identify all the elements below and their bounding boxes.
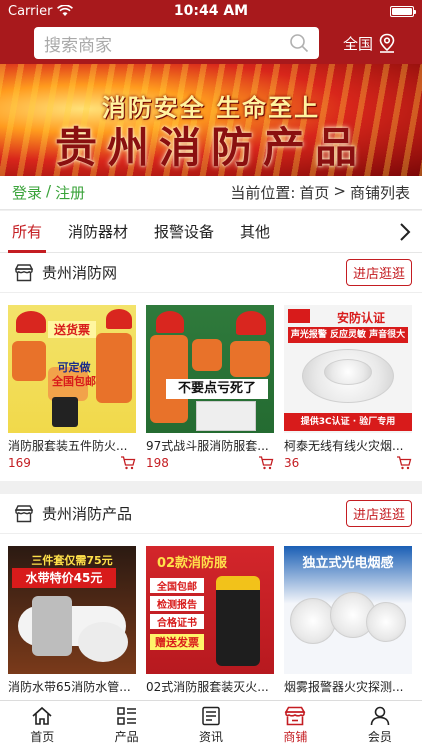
search-input[interactable]: 搜索商家 [34, 27, 319, 59]
shop-card: 贵州消防网 进店逛逛 送货票 可定做 全国包邮 消防服套装五件防火... 169 [0, 253, 422, 481]
shop-card: 贵州消防产品 进店逛逛 三件套仅需75元 水带特价45元 消防水带65消防水管.… [0, 494, 422, 700]
product-price: 198 [146, 456, 169, 470]
nav-home[interactable]: 首页 [0, 701, 84, 750]
user-icon [370, 706, 390, 726]
product-item[interactable]: 不要点亏死了 97式战斗服消防服套... 198 [146, 305, 274, 470]
brand-logo [288, 309, 310, 323]
enter-shop-button[interactable]: 进店逛逛 [345, 500, 412, 527]
product-item[interactable]: 02款消防服 全国包邮 检测报告 合格证书 赠送发票 02式消防服套装灭火... [146, 546, 274, 695]
cart-icon[interactable] [258, 456, 274, 470]
product-image[interactable]: 独立式光电烟感 [284, 546, 412, 674]
product-item[interactable]: 独立式光电烟感 烟雾报警器火灾探测... [284, 546, 412, 695]
status-bar: Carrier 10:44 AM [0, 0, 422, 22]
breadcrumb: 当前位置: 首页 > 商铺列表 [230, 182, 410, 203]
breadcrumb-current: 商铺列表 [349, 184, 410, 202]
product-image-text: 声光报警 反应灵敏 声音很大 [288, 327, 408, 343]
grid-list-icon [116, 707, 136, 725]
product-image-text: 赠送发票 [150, 634, 204, 650]
product-image-text: 全国包邮 [52, 375, 96, 388]
nav-news-label: 资讯 [199, 730, 224, 744]
product-image-text: 合格证书 [150, 614, 204, 629]
product-price: 36 [284, 456, 300, 470]
banner-title: 贵州消防产品 [54, 123, 367, 172]
product-title[interactable]: 烟雾报警器火灾探测... [284, 678, 412, 695]
chevron-right-icon[interactable] [398, 222, 412, 242]
product-title[interactable]: 97式战斗服消防服套... [146, 437, 274, 454]
product-title[interactable]: 消防服套装五件防火... [8, 437, 136, 454]
bottom-nav: 首页 产品 资讯 商铺 会员 [0, 700, 422, 750]
search-placeholder: 搜索商家 [44, 35, 112, 56]
breadcrumb-label: 当前位置: [230, 184, 296, 202]
nav-shops-label: 商铺 [283, 730, 308, 744]
nav-home-label: 首页 [30, 730, 55, 744]
shop-name[interactable]: 贵州消防网 [42, 262, 117, 283]
news-icon [202, 706, 220, 726]
register-link[interactable]: 注册 [55, 182, 85, 203]
nav-products[interactable]: 产品 [84, 701, 168, 750]
home-icon [32, 706, 52, 725]
product-title[interactable]: 柯泰无线有线火灾烟... [284, 437, 412, 454]
header: Carrier 10:44 AM 搜索商家 全国 [0, 0, 422, 64]
nav-member[interactable]: 会员 [338, 701, 422, 750]
nav-member-label: 会员 [367, 730, 392, 744]
product-image-text: 提供3C认证 · 验厂专用 [284, 413, 412, 431]
product-image-text: 送货票 [48, 321, 96, 338]
region-selector[interactable]: 全国 [343, 33, 396, 54]
store-icon [285, 706, 306, 726]
tab-fire-equipment[interactable]: 消防器材 [68, 211, 128, 253]
nav-news[interactable]: 资讯 [169, 701, 253, 750]
location-pin-icon [379, 33, 395, 53]
product-image[interactable]: 三件套仅需75元 水带特价45元 [8, 546, 136, 674]
product-image[interactable]: 送货票 可定做 全国包邮 [8, 305, 136, 433]
product-image[interactable]: 安防认证 声光报警 反应灵敏 声音很大 提供3C认证 · 验厂专用 [284, 305, 412, 433]
breadcrumb-arrow: > [333, 182, 346, 200]
shop-name[interactable]: 贵州消防产品 [42, 503, 132, 524]
product-image-text: 02款消防服 [156, 556, 228, 571]
search-icon[interactable] [289, 33, 309, 53]
battery-icon [390, 5, 416, 17]
wifi-icon [57, 5, 74, 16]
location-bar: 登录 / 注册 当前位置: 首页 > 商铺列表 [0, 176, 422, 210]
login-link[interactable]: 登录 [12, 182, 42, 203]
tab-alarm-devices[interactable]: 报警设备 [154, 211, 214, 253]
product-title[interactable]: 消防水带65消防水管... [8, 678, 136, 695]
enter-shop-button[interactable]: 进店逛逛 [345, 259, 412, 286]
cart-icon[interactable] [120, 456, 136, 470]
nav-products-label: 产品 [114, 730, 139, 744]
store-icon [14, 263, 34, 281]
product-image-text: 水带特价45元 [12, 568, 116, 588]
product-item[interactable]: 安防认证 声光报警 反应灵敏 声音很大 提供3C认证 · 验厂专用 柯泰无线有线… [284, 305, 412, 470]
product-image-text: 不要点亏死了 [166, 379, 268, 399]
product-image-text: 安防认证 [336, 311, 385, 325]
tab-other[interactable]: 其他 [240, 211, 270, 253]
product-image-text: 独立式光电烟感 [302, 556, 394, 571]
nav-shops[interactable]: 商铺 [253, 701, 337, 750]
promo-banner[interactable]: 消防安全 生命至上 贵州消防产品 [0, 64, 422, 176]
product-image[interactable]: 不要点亏死了 [146, 305, 274, 433]
tab-all[interactable]: 所有 [7, 211, 47, 253]
cart-icon[interactable] [396, 456, 412, 470]
category-tabs: 所有 消防器材 报警设备 其他 [0, 211, 422, 253]
carrier-label: Carrier [8, 3, 53, 19]
product-image-text: 检测报告 [150, 596, 204, 611]
product-title[interactable]: 02式消防服套装灭火... [146, 678, 274, 695]
product-image[interactable]: 02款消防服 全国包邮 检测报告 合格证书 赠送发票 [146, 546, 274, 674]
store-icon [14, 504, 34, 522]
breadcrumb-home[interactable]: 首页 [299, 182, 329, 203]
product-item[interactable]: 三件套仅需75元 水带特价45元 消防水带65消防水管... [8, 546, 136, 695]
product-item[interactable]: 送货票 可定做 全国包邮 消防服套装五件防火... 169 [8, 305, 136, 470]
product-price: 169 [8, 456, 31, 470]
product-image-text: 全国包邮 [150, 578, 204, 593]
product-image-text: 三件套仅需75元 [31, 554, 113, 567]
login-separator: / [46, 182, 52, 200]
region-label: 全国 [343, 34, 374, 53]
